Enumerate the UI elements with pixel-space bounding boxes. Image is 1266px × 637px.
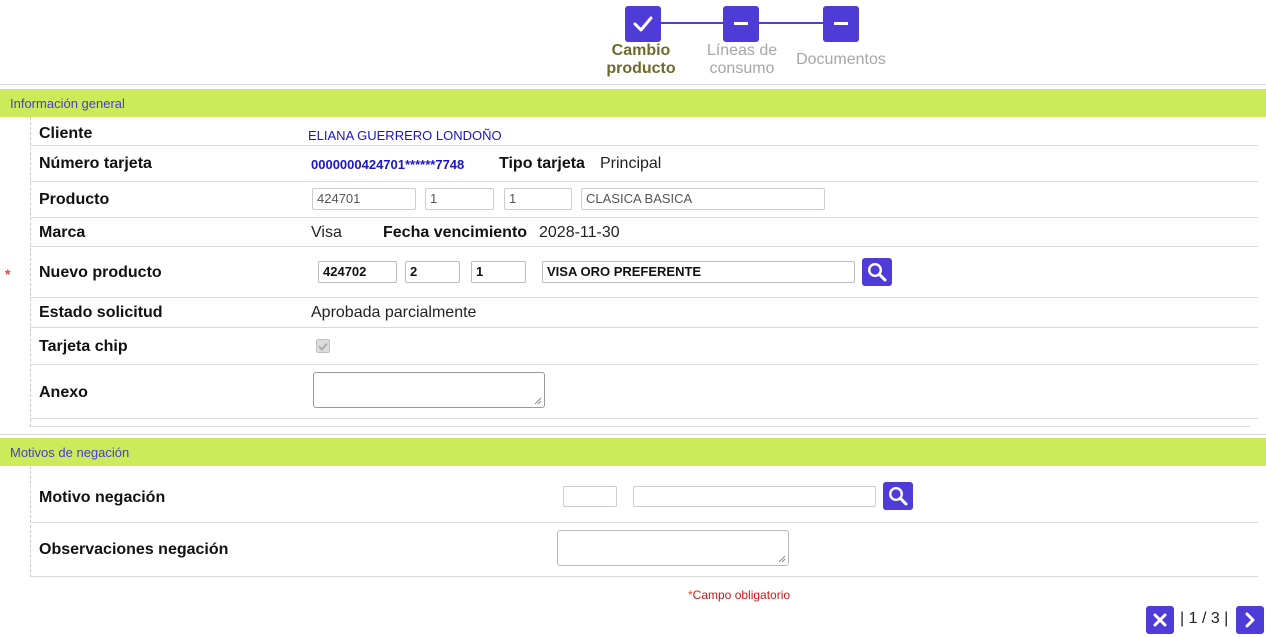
row-marca	[30, 218, 1258, 247]
label-tipo-tarjeta: Tipo tarjeta	[499, 155, 585, 172]
value-estado-solicitud: Aprobada parcialmente	[311, 304, 477, 321]
section-informacion-general: Información general	[0, 89, 1266, 117]
step-lineas-consumo[interactable]	[723, 6, 759, 42]
section-motivos-negacion: Motivos de negación	[0, 438, 1266, 466]
value-marca: Visa	[311, 224, 342, 241]
row-tarjeta-chip	[30, 328, 1258, 365]
step-cambio-producto[interactable]	[625, 6, 661, 42]
section-title: Información general	[10, 96, 125, 111]
producto-field-3[interactable]: 1	[504, 188, 572, 210]
next-button[interactable]	[1236, 606, 1264, 634]
label-marca: Marca	[39, 224, 86, 241]
stepper-connector	[758, 22, 824, 24]
nuevo-producto-input-3[interactable]: 1	[471, 261, 526, 283]
check-icon	[318, 342, 328, 351]
row-estado-solicitud	[30, 298, 1258, 328]
chevron-right-icon	[1245, 612, 1255, 628]
tarjeta-chip-checkbox[interactable]	[316, 339, 330, 353]
row-cliente	[30, 117, 1258, 146]
label-anexo: Anexo	[39, 384, 88, 401]
close-icon	[1153, 613, 1167, 627]
producto-field-2[interactable]: 1	[425, 188, 494, 210]
value-cliente: ELIANA GUERRERO LONDOÑO	[308, 128, 502, 143]
observaciones-textarea[interactable]	[557, 530, 789, 566]
search-nuevo-producto-button[interactable]	[862, 258, 892, 286]
label-motivo-negacion: Motivo negación	[39, 489, 166, 506]
progress-stepper: Cambio producto Líneas de consumo Docume…	[0, 0, 1266, 84]
search-icon	[888, 486, 908, 506]
row-anexo	[30, 365, 1258, 419]
row-spacer	[30, 419, 1250, 427]
step-label-lineas-consumo: Líneas de consumo	[706, 42, 778, 77]
check-icon	[633, 16, 653, 32]
page-indicator: | 1 / 3 |	[1180, 610, 1229, 627]
label-producto: Producto	[39, 191, 110, 208]
divider	[0, 434, 1266, 435]
divider	[0, 84, 1266, 85]
label-observaciones-negacion: Observaciones negación	[39, 541, 229, 558]
value-tipo-tarjeta: Principal	[600, 155, 662, 172]
step-label-documentos: Documentos	[796, 51, 886, 68]
value-fecha-vencimiento: 2028-11-30	[539, 224, 620, 241]
nuevo-producto-code-input[interactable]: 424702	[318, 261, 397, 283]
required-star: *	[5, 266, 11, 282]
label-nuevo-producto: Nuevo producto	[39, 264, 162, 281]
label-numero-tarjeta: Número tarjeta	[39, 155, 152, 172]
cancel-button[interactable]	[1146, 606, 1174, 634]
section-title: Motivos de negación	[10, 445, 130, 460]
label-tarjeta-chip: Tarjeta chip	[39, 338, 128, 355]
resize-grip-icon	[534, 397, 542, 405]
stepper-connector	[660, 22, 724, 24]
minus-icon	[734, 22, 748, 25]
value-numero-tarjeta: 0000000424701******7748	[311, 157, 465, 172]
motivo-description-input[interactable]	[633, 486, 876, 507]
step-label-cambio-producto: Cambio producto	[606, 42, 676, 77]
nuevo-producto-input-2[interactable]: 2	[405, 261, 460, 283]
nuevo-producto-name-input[interactable]: VISA ORO PREFERENTE	[542, 261, 855, 283]
search-motivo-button[interactable]	[883, 482, 913, 510]
step-documentos[interactable]	[823, 6, 859, 42]
producto-name-field[interactable]: CLASICA BASICA	[581, 188, 825, 210]
required-field-note: *Campo obligatorio	[688, 588, 791, 602]
motivo-code-input[interactable]	[563, 486, 617, 507]
label-cliente: Cliente	[39, 125, 93, 142]
label-fecha-vencimiento: Fecha vencimiento	[383, 224, 528, 241]
search-icon	[867, 262, 887, 282]
label-estado-solicitud: Estado solicitud	[39, 304, 163, 321]
resize-grip-icon	[778, 555, 786, 563]
anexo-textarea[interactable]	[313, 372, 545, 408]
producto-code-field[interactable]: 424701	[312, 188, 416, 210]
minus-icon	[834, 22, 848, 25]
